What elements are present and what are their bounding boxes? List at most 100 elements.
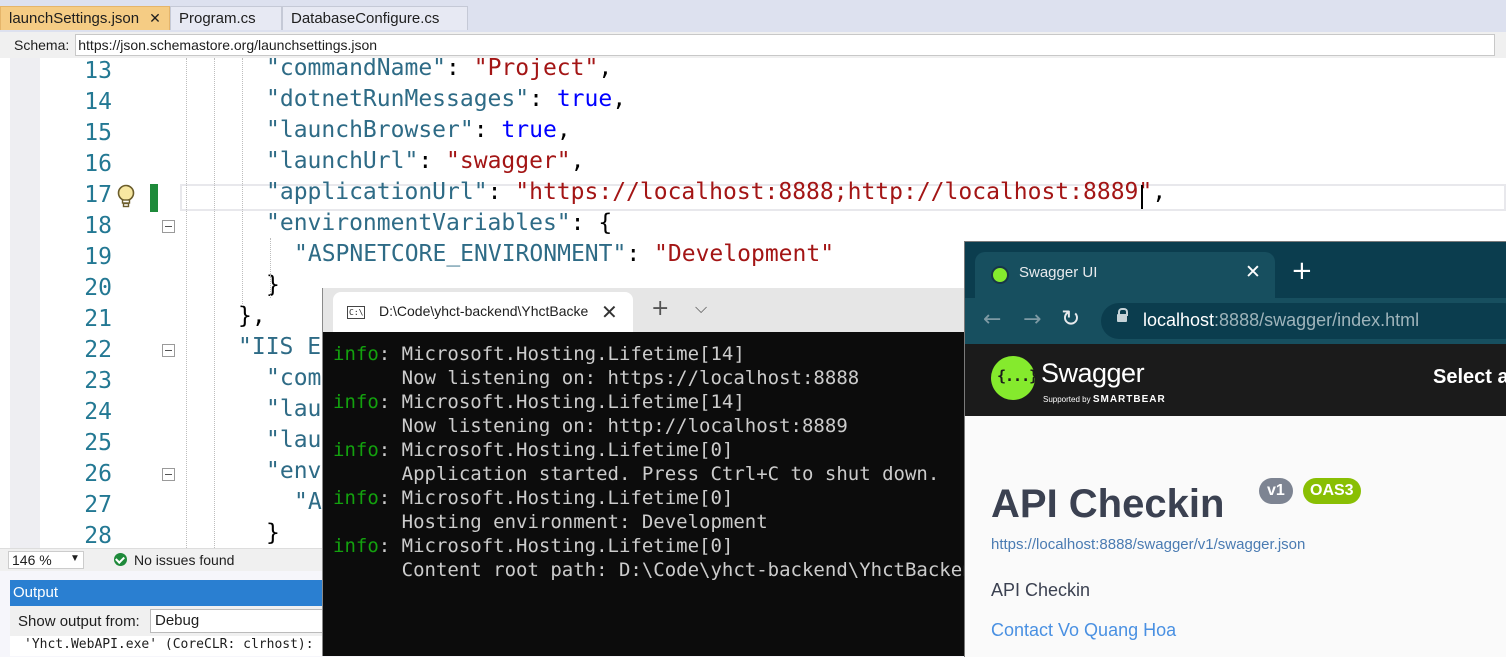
indent-guide [242, 58, 243, 308]
terminal-tab[interactable]: C:\ D:\Code\yhct-backend\YhctBackend ✕ [333, 292, 633, 332]
new-tab-button[interactable]: + [651, 296, 669, 321]
swagger-topbar: Swagger Supported by SMARTBEAR Select a … [965, 344, 1506, 416]
supported-by-text: Supported by [1043, 395, 1091, 404]
zoom-value: 146 % [12, 552, 52, 568]
line-number: 19 [84, 244, 112, 270]
url-path: :8888/swagger/index.html [1214, 310, 1420, 330]
swagger-info: API Checkin v1 OAS3 https://localhost:88… [965, 416, 1506, 657]
terminal-tab-bar: C:\ D:\Code\yhct-backend\YhctBackend ✕ +… [323, 288, 1023, 332]
code-line: 13 "commandName": "Project", [0, 58, 1506, 87]
output-source-select[interactable]: Debug [150, 609, 330, 633]
back-arrow-icon[interactable]: ← [983, 307, 1001, 332]
browser-window: Swagger UI ✕ + ← → ↻ localhost:8888/swag… [964, 241, 1506, 657]
version-badge: v1 [1259, 478, 1293, 504]
log-message: Application started. Press Ctrl+C to shu… [333, 463, 940, 485]
code-token: : [418, 148, 447, 174]
line-number: 18 [84, 213, 112, 239]
line-number: 25 [84, 430, 112, 456]
fold-toggle-icon[interactable] [162, 468, 175, 481]
code-token: "ASPNETCORE_ENVIRONMENT" [294, 241, 627, 267]
chevron-down-icon[interactable]: ▼ [70, 553, 80, 564]
terminal-line: Now listening on: http://localhost:8889 [333, 414, 1023, 438]
code-text: "commandName": "Project", [266, 58, 612, 81]
code-token: , [612, 86, 627, 112]
tab-label: DatabaseConfigure.cs [291, 10, 440, 27]
log-level: info [333, 439, 379, 461]
forward-arrow-icon[interactable]: → [1023, 307, 1041, 332]
terminal-line: info: Microsoft.Hosting.Lifetime[0] [333, 486, 1023, 510]
code-token: "swagger" [446, 148, 571, 174]
fold-toggle-icon[interactable] [162, 344, 175, 357]
console-icon: C:\ [347, 306, 365, 319]
indent-guide [270, 238, 271, 298]
address-bar[interactable]: localhost:8888/swagger/index.html [1101, 303, 1506, 339]
tab-label: launchSettings.json [9, 10, 140, 27]
line-number: 27 [84, 492, 112, 518]
log-message: : Microsoft.Hosting.Lifetime[14] [378, 391, 745, 413]
log-message: Content root path: D:\Code\yhct-backend\… [333, 559, 986, 581]
line-number: 21 [84, 306, 112, 332]
code-line: 14 "dotnetRunMessages": true, [0, 86, 1506, 118]
issues-status[interactable]: No issues found [134, 552, 234, 568]
log-level: info [333, 391, 379, 413]
schema-input[interactable]: https://json.schemastore.org/launchsetti… [75, 34, 1496, 56]
schema-label: Schema: [14, 37, 70, 53]
code-token: true [556, 86, 613, 112]
log-level: info [333, 487, 379, 509]
tab-label: Program.cs [179, 10, 256, 27]
editor-tab-strip: launchSettings.json ✕ Program.cs Databas… [0, 6, 468, 32]
lock-icon[interactable] [1117, 308, 1128, 322]
line-number: 15 [84, 120, 112, 146]
browser-toolbar: ← → ↻ localhost:8888/swagger/index.html [965, 298, 1506, 344]
terminal-line: info: Microsoft.Hosting.Lifetime[14] [333, 342, 1023, 366]
smartbear-text: SMARTBEAR [1092, 394, 1166, 405]
schema-bar: Schema: https://json.schemastore.org/lau… [0, 32, 1506, 59]
close-icon[interactable]: ✕ [1245, 261, 1261, 283]
code-token: , [598, 58, 613, 81]
swagger-logo-icon[interactable] [991, 356, 1037, 400]
oas-badge: OAS3 [1303, 478, 1361, 504]
code-token: "dotnetRunMessages" [266, 86, 530, 112]
tab-program[interactable]: Program.cs [170, 6, 282, 30]
tab-databaseconfigure[interactable]: DatabaseConfigure.cs [282, 6, 468, 30]
contact-link[interactable]: Contact Vo Quang Hoa [991, 620, 1176, 641]
close-icon[interactable]: ✕ [601, 300, 618, 324]
spec-link[interactable]: https://localhost:8888/swagger/v1/swagge… [991, 536, 1305, 553]
new-tab-button[interactable]: + [1291, 258, 1313, 284]
line-number: 26 [84, 461, 112, 487]
text-caret [1141, 185, 1143, 209]
code-token: } [266, 272, 280, 298]
code-text: "A [294, 489, 322, 515]
terminal-tab-title: D:\Code\yhct-backend\YhctBackend [379, 303, 589, 319]
terminal-output[interactable]: info: Microsoft.Hosting.Lifetime[14] Now… [333, 342, 1023, 582]
code-text: } [266, 520, 280, 546]
chevron-down-icon[interactable]: ⌵ [695, 298, 707, 318]
editor-status-bar: 146 % ▼ No issues found [0, 548, 322, 571]
code-token: "env [266, 458, 322, 484]
code-token: "https://localhost:8888;http://localhost… [515, 179, 1153, 205]
terminal-line: info: Microsoft.Hosting.Lifetime[14] [333, 390, 1023, 414]
line-number: 20 [84, 275, 112, 301]
code-text: "ASPNETCORE_ENVIRONMENT": "Development" [294, 241, 834, 267]
lightbulb-icon[interactable] [115, 183, 137, 211]
line-number: 22 [84, 337, 112, 363]
swagger-brand: Swagger [1041, 358, 1145, 388]
code-text: "applicationUrl": "https://localhost:888… [266, 179, 1166, 205]
reload-icon[interactable]: ↻ [1061, 306, 1080, 332]
browser-tab-title: Swagger UI [1019, 264, 1098, 281]
terminal-window: C:\ D:\Code\yhct-backend\YhctBackend ✕ +… [322, 288, 1023, 656]
swagger-favicon-icon [991, 266, 1009, 284]
code-token: "Project" [473, 58, 599, 81]
browser-tab[interactable]: Swagger UI ✕ [975, 252, 1275, 298]
code-token: "environmentVariables" [266, 210, 571, 236]
code-token: "lau [266, 427, 322, 453]
terminal-line: Hosting environment: Development [333, 510, 1023, 534]
editor-tab-bar: launchSettings.json ✕ Program.cs Databas… [0, 0, 1506, 32]
fold-toggle-icon[interactable] [162, 220, 175, 233]
line-number: 16 [84, 151, 112, 177]
api-title: API Checkin [991, 482, 1225, 526]
browser-tab-bar: Swagger UI ✕ + [965, 242, 1506, 298]
close-icon[interactable]: ✕ [149, 10, 161, 27]
code-token: , [570, 148, 585, 174]
tab-launchsettings[interactable]: launchSettings.json ✕ [0, 6, 170, 30]
